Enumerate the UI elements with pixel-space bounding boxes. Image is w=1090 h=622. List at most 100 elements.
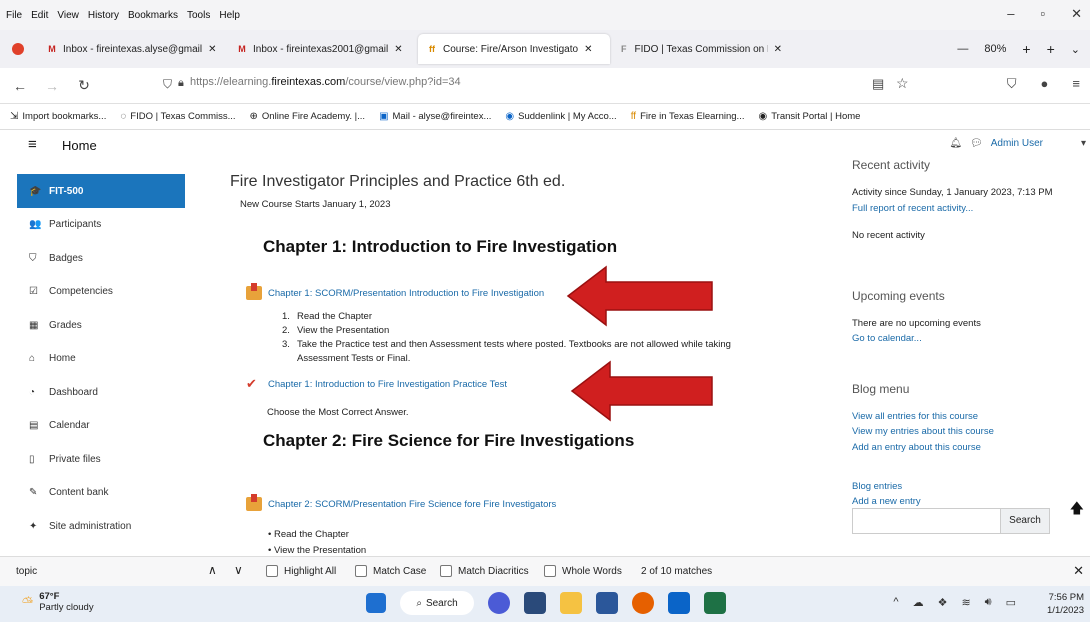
- menu-icon[interactable]: ≡: [1072, 76, 1080, 92]
- cloud-icon[interactable]: ☁︎: [913, 596, 924, 609]
- teams-chat-icon[interactable]: [488, 592, 510, 614]
- zoom-level[interactable]: 80%: [984, 43, 1006, 55]
- dropbox-icon[interactable]: ❖: [938, 596, 948, 609]
- menu-history[interactable]: History: [88, 10, 119, 21]
- chapter-1-scorm-link[interactable]: Chapter 1: SCORM/Presentation Introducti…: [246, 283, 544, 300]
- tab-course[interactable]: ff Course: Fire/Arson Investigato ✕: [418, 34, 610, 64]
- menu-view[interactable]: View: [57, 10, 79, 21]
- sidebar-item-fit500[interactable]: 🎓 FIT-500: [17, 174, 185, 208]
- close-tab-icon[interactable]: ✕: [774, 44, 782, 55]
- forward-icon[interactable]: →: [40, 78, 64, 94]
- whole-words-checkbox[interactable]: Whole Words: [544, 565, 622, 577]
- tab-fido[interactable]: F FIDO | Texas Commission on F ✕: [610, 34, 790, 64]
- reload-icon[interactable]: ↻: [72, 77, 96, 94]
- widgets-icon[interactable]: [524, 592, 546, 614]
- fido-icon: ◌: [120, 111, 127, 122]
- back-to-top-icon[interactable]: 🡅: [1070, 498, 1084, 522]
- pocket-icon[interactable]: ⛉: [1007, 76, 1017, 92]
- sidebar-item-competencies[interactable]: ☑ Competencies: [17, 275, 185, 309]
- restore-icon[interactable]: ▫: [1040, 6, 1045, 22]
- sidebar-item-private-files[interactable]: ▯ Private files: [17, 443, 185, 477]
- chapter-2-scorm-link[interactable]: Chapter 2: SCORM/Presentation Fire Scien…: [246, 494, 556, 511]
- menu-file[interactable]: File: [6, 10, 22, 21]
- volume-icon[interactable]: 🔊︎: [985, 596, 992, 609]
- word-icon[interactable]: [596, 592, 618, 614]
- add-new-entry-link[interactable]: Add a new entry: [852, 496, 921, 507]
- firefox-icon[interactable]: [632, 592, 654, 614]
- sidebar-item-content-bank[interactable]: ✎ Content bank: [17, 476, 185, 510]
- menu-bookmarks[interactable]: Bookmarks: [128, 10, 178, 21]
- clock[interactable]: 7:56 PM 1/1/2023: [1047, 591, 1084, 617]
- find-next-icon[interactable]: ∨: [234, 563, 243, 577]
- blog-search-button[interactable]: Search: [1000, 508, 1050, 534]
- sidebar-item-calendar[interactable]: ▤ Calendar: [17, 409, 185, 443]
- zoom-out-button[interactable]: —: [957, 43, 968, 55]
- shield-icon[interactable]: ⛉: [163, 77, 172, 92]
- chevron-up-icon[interactable]: ^: [893, 596, 898, 609]
- go-to-calendar-link[interactable]: Go to calendar...: [852, 333, 922, 344]
- site-home-title[interactable]: Home: [62, 138, 97, 153]
- new-tab-button[interactable]: +: [1047, 41, 1055, 57]
- bell-icon[interactable]: 🔔︎: [949, 138, 962, 149]
- sidebar-item-badges[interactable]: ⛉ Badges: [17, 242, 185, 276]
- user-name[interactable]: Admin User: [991, 138, 1043, 149]
- match-case-checkbox[interactable]: Match Case: [355, 565, 426, 577]
- sidebar-item-site-admin[interactable]: ✦ Site administration: [17, 510, 185, 544]
- bookmark-transit[interactable]: ◉ Transit Portal | Home: [758, 111, 860, 122]
- sidebar-item-participants[interactable]: 👥 Participants: [17, 208, 185, 242]
- excel-icon[interactable]: [704, 592, 726, 614]
- bookmark-fire-texas[interactable]: ff Fire in Texas Elearning...: [631, 111, 745, 122]
- sidebar-item-home[interactable]: ⌂ Home: [17, 342, 185, 376]
- lock-icon[interactable]: 🔒︎: [178, 77, 184, 90]
- menu-help[interactable]: Help: [219, 10, 240, 21]
- battery-icon[interactable]: ▭: [1006, 596, 1016, 609]
- bookmark-star-icon[interactable]: ☆: [896, 75, 909, 92]
- menu-tools[interactable]: Tools: [187, 10, 210, 21]
- close-tab-icon[interactable]: ✕: [584, 44, 592, 55]
- sidebar-item-label: Private files: [49, 453, 101, 465]
- menu-edit[interactable]: Edit: [31, 10, 48, 21]
- sidebar-item-grades[interactable]: ▦ Grades: [17, 309, 185, 343]
- reader-view-icon[interactable]: ▤: [872, 76, 884, 92]
- bookmark-fido[interactable]: ◌ FIDO | Texas Commiss...: [120, 111, 235, 122]
- minimize-icon[interactable]: –: [1007, 6, 1014, 22]
- hamburger-icon[interactable]: ≡: [28, 136, 37, 153]
- find-input[interactable]: topic: [10, 562, 200, 582]
- file-explorer-icon[interactable]: [560, 592, 582, 614]
- list-tabs-icon[interactable]: ⌄: [1071, 43, 1080, 56]
- close-tab-icon[interactable]: ✕: [394, 44, 402, 55]
- blog-view-all-link[interactable]: View all entries for this course: [852, 411, 978, 422]
- blog-view-mine-link[interactable]: View my entries about this course: [852, 426, 994, 437]
- close-tab-icon[interactable]: ✕: [208, 44, 216, 55]
- wifi-icon[interactable]: ≋: [961, 596, 970, 609]
- bookmark-suddenlink[interactable]: ◉ Suddenlink | My Acco...: [505, 111, 616, 122]
- bookmark-import[interactable]: ⇲ Import bookmarks...: [10, 111, 106, 122]
- url-field[interactable]: https://elearning.fireintexas.com/course…: [190, 76, 461, 88]
- weather-widget[interactable]: ⛅︎ 67°F Partly cloudy: [22, 591, 94, 613]
- chat-icon[interactable]: 💬︎: [970, 138, 983, 149]
- tab-inbox-1[interactable]: M Inbox - fireintexas.alyse@gmail ✕: [38, 34, 228, 64]
- highlight-all-checkbox[interactable]: Highlight All: [266, 565, 336, 577]
- chevron-down-icon[interactable]: ▾: [1081, 138, 1086, 149]
- step-text: View the Presentation: [297, 325, 390, 336]
- match-diacritics-checkbox[interactable]: Match Diacritics: [440, 565, 529, 577]
- full-report-link[interactable]: Full report of recent activity...: [852, 203, 973, 214]
- zoom-in-button[interactable]: +: [1022, 41, 1030, 57]
- account-icon[interactable]: ●: [1041, 76, 1049, 92]
- taskbar-search[interactable]: ⌕ Search: [400, 591, 474, 615]
- bookmark-academy[interactable]: ⊕ Online Fire Academy. |...: [250, 111, 366, 122]
- back-icon[interactable]: ←: [8, 78, 32, 94]
- close-find-icon[interactable]: ✕: [1073, 563, 1084, 579]
- find-previous-icon[interactable]: ∧: [208, 563, 217, 577]
- sidebar-item-dashboard[interactable]: ◔ Dashboard: [17, 376, 185, 410]
- chapter-1-quiz-link[interactable]: ✔ Chapter 1: Introduction to Fire Invest…: [246, 377, 507, 391]
- outlook-icon[interactable]: [668, 592, 690, 614]
- blog-entries-link[interactable]: Blog entries: [852, 481, 902, 492]
- bookmark-mail[interactable]: ▣ Mail - alyse@fireintex...: [379, 111, 491, 122]
- blog-search-input[interactable]: [852, 508, 1002, 534]
- close-window-icon[interactable]: ✕: [1071, 6, 1082, 22]
- start-icon[interactable]: [366, 593, 386, 613]
- blog-add-about-link[interactable]: Add an entry about this course: [852, 442, 981, 453]
- firefox-view-icon[interactable]: [12, 43, 24, 55]
- tab-inbox-2[interactable]: M Inbox - fireintexas2001@gmail ✕: [228, 34, 418, 64]
